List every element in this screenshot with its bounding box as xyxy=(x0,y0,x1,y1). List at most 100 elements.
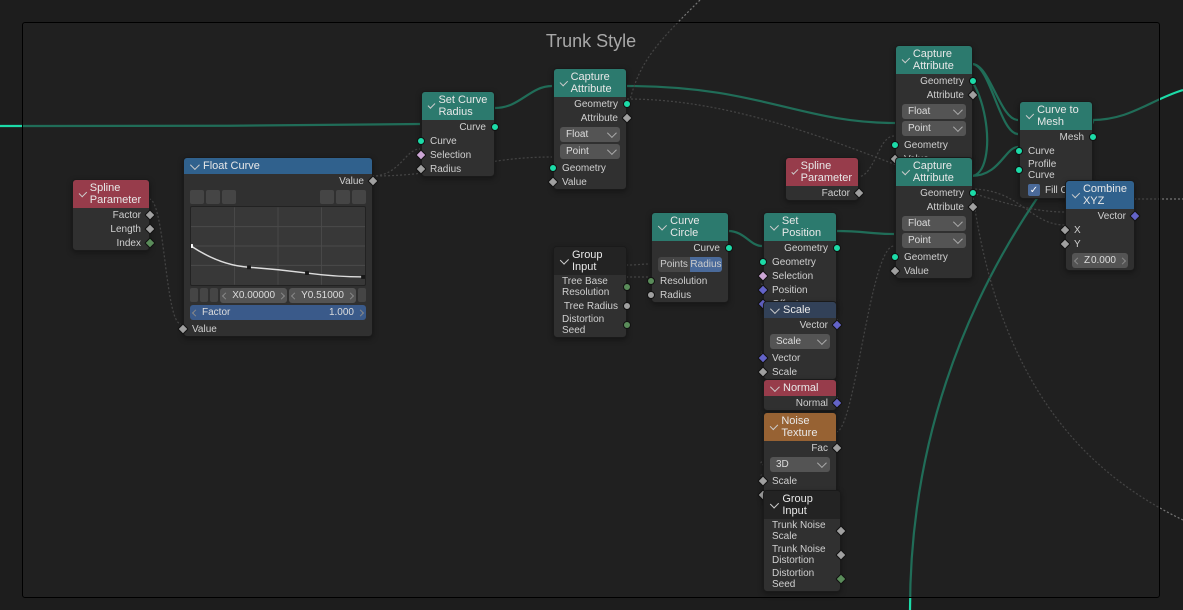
output-fac: Fac xyxy=(811,443,828,454)
input-value: Value xyxy=(562,177,587,188)
output-radius: Tree Radius xyxy=(564,301,618,312)
chevron-down-icon xyxy=(770,421,779,430)
node-spline-parameter-2[interactable]: Spline Parameter Factor xyxy=(785,157,859,201)
output-geometry: Geometry xyxy=(920,188,964,199)
input-geometry: Geometry xyxy=(562,163,606,174)
curve-handle-btn[interactable] xyxy=(206,190,220,204)
curve-clip-btn[interactable] xyxy=(336,190,350,204)
output-curve: Curve xyxy=(459,122,486,133)
handle-aligned-btn[interactable] xyxy=(210,288,218,302)
node-capture-attribute-3[interactable]: Capture Attribute Geometry Attribute Flo… xyxy=(895,157,973,279)
domain-dropdown[interactable]: Point xyxy=(902,233,966,248)
node-header[interactable]: Normal xyxy=(764,380,836,396)
node-curve-circle[interactable]: Curve Circle Curve PointsRadius Resoluti… xyxy=(651,212,729,303)
curve-handle-btn[interactable] xyxy=(190,190,204,204)
node-title: Noise Texture xyxy=(781,415,830,439)
output-distortion-seed: Distortion Seed xyxy=(772,568,832,590)
node-normal[interactable]: Normal Normal xyxy=(763,379,837,411)
input-geometry: Geometry xyxy=(904,252,948,263)
chevron-down-icon xyxy=(770,221,779,230)
chevron-down-icon xyxy=(190,160,200,170)
node-title: Curve Circle xyxy=(670,215,722,239)
node-header[interactable]: Capture Attribute xyxy=(554,69,626,97)
output-length: Length xyxy=(110,224,141,235)
factor-field[interactable]: Factor1.000 xyxy=(190,305,366,320)
input-curve: Curve xyxy=(1028,146,1055,157)
chevron-down-icon xyxy=(428,101,436,109)
node-header[interactable]: Spline Parameter xyxy=(73,180,149,208)
node-vector-scale[interactable]: Scale Vector Scale Vector Scale xyxy=(763,301,837,380)
node-group-input-1[interactable]: Group Input Tree Base Resolution Tree Ra… xyxy=(553,246,627,338)
output-noise-scale: Trunk Noise Scale xyxy=(772,520,832,542)
node-spline-parameter-1[interactable]: Spline Parameter Factor Length Index xyxy=(72,179,150,251)
curve-tools-btn[interactable] xyxy=(352,190,366,204)
node-header[interactable]: Scale xyxy=(764,302,836,318)
node-title: Group Input xyxy=(782,493,834,517)
dimensions-dropdown[interactable]: 3D xyxy=(770,457,830,472)
handle-auto-btn[interactable] xyxy=(190,288,198,302)
node-float-curve[interactable]: Float Curve Value X0.00000 Y0.51000 xyxy=(183,157,373,337)
node-set-curve-radius[interactable]: Set Curve Radius Curve Curve Selection R… xyxy=(421,91,495,177)
input-curve: Curve xyxy=(430,136,457,147)
input-radius: Radius xyxy=(430,164,461,175)
node-header[interactable]: Capture Attribute xyxy=(896,158,972,186)
node-title: Curve to Mesh xyxy=(1037,104,1086,128)
node-header[interactable]: Spline Parameter xyxy=(786,158,858,186)
node-header[interactable]: Curve Circle xyxy=(652,213,728,241)
input-selection: Selection xyxy=(772,271,813,282)
input-resolution: Resolution xyxy=(660,276,707,287)
chevron-down-icon xyxy=(560,77,568,85)
operation-dropdown[interactable]: Scale xyxy=(770,334,830,349)
curve-zoom-btn[interactable] xyxy=(320,190,334,204)
node-header[interactable]: Curve to Mesh xyxy=(1020,102,1092,130)
curve-y-field[interactable]: Y0.51000 xyxy=(289,288,356,303)
datatype-dropdown[interactable]: Float xyxy=(902,216,966,231)
output-seed: Distortion Seed xyxy=(562,314,618,336)
z-field[interactable]: Z0.000 xyxy=(1072,253,1128,268)
node-header[interactable]: Noise Texture xyxy=(764,413,836,441)
domain-dropdown[interactable]: Point xyxy=(902,121,966,136)
output-index: Index xyxy=(117,238,141,249)
output-attribute: Attribute xyxy=(927,90,964,101)
node-header[interactable]: Combine XYZ xyxy=(1066,181,1134,209)
datatype-dropdown[interactable]: Float xyxy=(560,127,620,142)
input-radius: Radius xyxy=(660,290,691,301)
node-header[interactable]: Capture Attribute xyxy=(896,46,972,74)
node-set-position[interactable]: Set Position Geometry Geometry Selection… xyxy=(763,212,837,312)
chevron-down-icon xyxy=(1072,189,1080,197)
node-header[interactable]: Set Curve Radius xyxy=(422,92,494,120)
input-x: X xyxy=(1074,225,1081,236)
node-header[interactable]: Group Input xyxy=(554,247,626,275)
chevron-down-icon xyxy=(770,382,780,392)
chevron-down-icon xyxy=(770,499,779,508)
handle-vector-btn[interactable] xyxy=(200,288,208,302)
chevron-down-icon xyxy=(902,166,910,174)
chevron-down-icon xyxy=(791,167,798,174)
curve-editor[interactable] xyxy=(190,206,366,286)
node-header[interactable]: Set Position xyxy=(764,213,836,241)
node-capture-attribute-2[interactable]: Capture Attribute Geometry Attribute Flo… xyxy=(895,45,973,167)
output-geometry: Geometry xyxy=(784,243,828,254)
delete-point-btn[interactable] xyxy=(358,288,366,302)
output-value: Value xyxy=(339,176,364,187)
curve-x-field[interactable]: X0.00000 xyxy=(220,288,287,303)
node-header[interactable]: Float Curve xyxy=(184,158,372,174)
curve-handle-btn[interactable] xyxy=(222,190,236,204)
node-title: Capture Attribute xyxy=(571,71,620,95)
node-capture-attribute-1[interactable]: Capture Attribute Geometry Attribute Flo… xyxy=(553,68,627,190)
output-vector: Vector xyxy=(1098,211,1126,222)
datatype-dropdown[interactable]: Float xyxy=(902,104,966,119)
output-resolution: Tree Base Resolution xyxy=(562,276,618,298)
node-title: Spline Parameter xyxy=(90,182,143,206)
input-geometry: Geometry xyxy=(772,257,816,268)
mode-toggle[interactable]: PointsRadius xyxy=(658,257,722,272)
chevron-down-icon xyxy=(770,304,780,314)
input-position: Position xyxy=(772,285,808,296)
node-title: Combine XYZ xyxy=(1083,183,1128,207)
chevron-down-icon xyxy=(79,188,87,196)
input-scale: Scale xyxy=(772,476,797,487)
node-combine-xyz[interactable]: Combine XYZ Vector X Y Z0.000 xyxy=(1065,180,1135,271)
domain-dropdown[interactable]: Point xyxy=(560,144,620,159)
node-header[interactable]: Group Input xyxy=(764,491,840,519)
node-group-input-2[interactable]: Group Input Trunk Noise Scale Trunk Nois… xyxy=(763,490,841,592)
